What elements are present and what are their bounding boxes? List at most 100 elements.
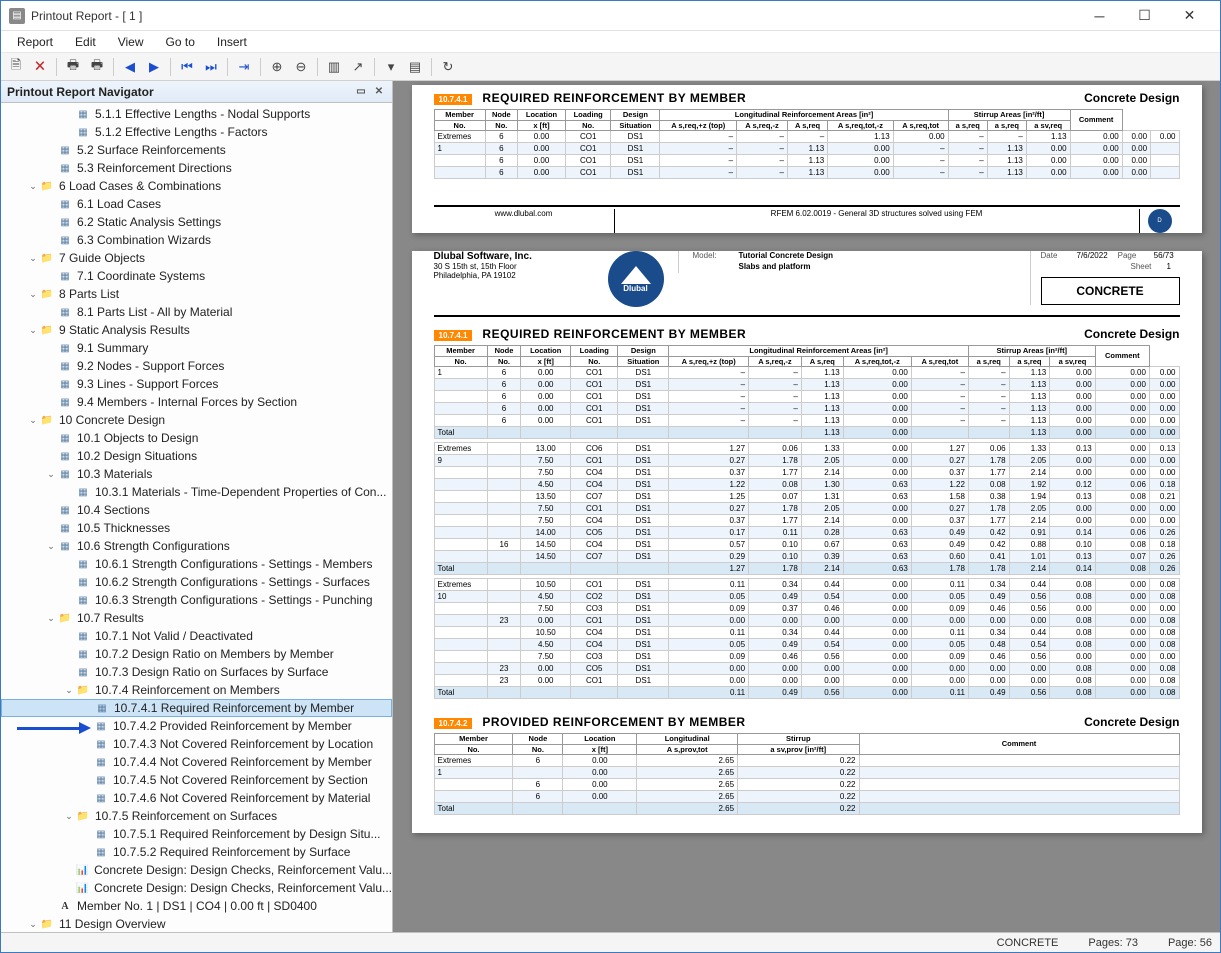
tree-item[interactable]: ⌄📁6 Load Cases & Combinations <box>1 177 392 195</box>
table-icon: ▦ <box>57 215 73 229</box>
tree-item[interactable]: ▦5.3 Reinforcement Directions <box>1 159 392 177</box>
tree-item[interactable]: ▦10.7.4.4 Not Covered Reinforcement by M… <box>1 753 392 771</box>
tree-item[interactable]: ▦5.1.2 Effective Lengths - Factors <box>1 123 392 141</box>
tree-item[interactable]: ▦9.2 Nodes - Support Forces <box>1 357 392 375</box>
tree-item-label: 10.6 Strength Configurations <box>77 539 230 553</box>
minimize-button[interactable]: ─ <box>1077 2 1122 30</box>
table-icon: ▦ <box>57 521 73 535</box>
tree-item-label: 8.1 Parts List - All by Material <box>77 305 232 319</box>
page-setup-icon[interactable]: ▥ <box>323 56 345 78</box>
tree-item[interactable]: ▦10.6.2 Strength Configurations - Settin… <box>1 573 392 591</box>
menu-insert[interactable]: Insert <box>207 33 257 51</box>
refresh-icon[interactable]: ↻ <box>437 56 459 78</box>
report-viewport[interactable]: 10.7.4.1 REQUIRED REINFORCEMENT BY MEMBE… <box>393 81 1220 932</box>
navigator-undock-icon[interactable]: ▭ <box>354 85 368 99</box>
tree-item[interactable]: ▦10.7.4.1 Required Reinforcement by Memb… <box>1 699 392 717</box>
tree-item-label: 10.3.1 Materials - Time-Dependent Proper… <box>95 485 386 499</box>
tree-item[interactable]: ⌄▦10.3 Materials <box>1 465 392 483</box>
tree-item[interactable]: ⌄📁10.7.4 Reinforcement on Members <box>1 681 392 699</box>
table-icon: ▦ <box>57 143 73 157</box>
tree-item[interactable]: ▦10.7.5.1 Required Reinforcement by Desi… <box>1 825 392 843</box>
tree-item[interactable]: ▦10.4 Sections <box>1 501 392 519</box>
tree-item[interactable]: ▦10.7.2 Design Ratio on Members by Membe… <box>1 645 392 663</box>
menu-view[interactable]: View <box>108 33 154 51</box>
tree-item[interactable]: ⌄📁10 Concrete Design <box>1 411 392 429</box>
delete-icon[interactable]: 🗙 <box>29 56 51 78</box>
tree-item[interactable]: ▦10.7.4.3 Not Covered Reinforcement by L… <box>1 735 392 753</box>
tree-item[interactable]: ▦6.3 Combination Wizards <box>1 231 392 249</box>
close-button[interactable]: ✕ <box>1167 2 1212 30</box>
tree-item[interactable]: ▦10.7.4.5 Not Covered Reinforcement by S… <box>1 771 392 789</box>
tree-item[interactable]: ⌄📁8 Parts List <box>1 285 392 303</box>
tree-item[interactable]: ▦ 5.2 Surface Reinforcements <box>1 141 392 159</box>
last-icon[interactable]: ⏭ <box>200 56 222 78</box>
tree-item-label: Concrete Design: Design Checks, Reinforc… <box>94 881 392 895</box>
zoom-in-icon[interactable]: ⊕ <box>266 56 288 78</box>
tree-item[interactable]: ▦9.4 Members - Internal Forces by Sectio… <box>1 393 392 411</box>
tree-item[interactable]: ⌄▦10.6 Strength Configurations <box>1 537 392 555</box>
tree-item-label: 10.7.4.4 Not Covered Reinforcement by Me… <box>113 755 372 769</box>
table-icon: ▦ <box>75 647 91 661</box>
table-icon: ▦ <box>93 773 109 787</box>
tree-item[interactable]: ▦10.3.1 Materials - Time-Dependent Prope… <box>1 483 392 501</box>
tree-item[interactable]: ▦ 10.6.3 Strength Configurations - Settin… <box>1 591 392 609</box>
navigator-tree[interactable]: ▦5.1.1 Effective Lengths - Nodal Support… <box>1 103 392 932</box>
folder-icon: 📁 <box>39 917 55 931</box>
tree-item[interactable]: ▦9.1 Summary <box>1 339 392 357</box>
table-icon: ▦ <box>75 593 91 607</box>
folder-icon: 📁 <box>75 809 91 823</box>
tree-item[interactable]: ▦10.2 Design Situations <box>1 447 392 465</box>
tree-item[interactable]: ▦7.1 Coordinate Systems <box>1 267 392 285</box>
menu-report[interactable]: Report <box>7 33 63 51</box>
tree-item[interactable]: ⌄📁7 Guide Objects <box>1 249 392 267</box>
section-tag: 10.7.4.1 <box>434 94 473 105</box>
tree-item[interactable]: ⌄📁10.7.5 Reinforcement on Surfaces <box>1 807 392 825</box>
prev-icon[interactable]: ◀ <box>119 56 141 78</box>
maximize-button[interactable]: ☐ <box>1122 2 1167 30</box>
tree-item-label: 10.6.3 Strength Configurations - Setting… <box>95 593 373 607</box>
tree-item[interactable]: ▦10.7.5.2 Required Reinforcement by Surf… <box>1 843 392 861</box>
print-all-icon[interactable]: 🖶 <box>86 56 108 78</box>
tree-item-label: 10.7.4.2 Provided Reinforcement by Membe… <box>113 719 352 733</box>
tree-item[interactable]: ⌄📁11 Design Overview <box>1 915 392 932</box>
tree-item[interactable]: ▦10.7.3 Design Ratio on Surfaces by Surf… <box>1 663 392 681</box>
zoom-out-icon[interactable]: ⊖ <box>290 56 312 78</box>
first-icon[interactable]: ⏮ <box>176 56 198 78</box>
export-icon[interactable]: ↗ <box>347 56 369 78</box>
tree-item[interactable]: ▦10.7.4.2 Provided Reinforcement by Memb… <box>1 717 392 735</box>
tree-item[interactable]: ▦6.2 Static Analysis Settings <box>1 213 392 231</box>
table-icon: ▦ <box>57 467 73 481</box>
tree-item-label: 10.4 Sections <box>77 503 150 517</box>
tree-item[interactable]: ▦6.1 Load Cases <box>1 195 392 213</box>
tree-item[interactable]: ⌄📁10.7 Results <box>1 609 392 627</box>
tree-item[interactable]: ▦10.7.4.6 Not Covered Reinforcement by M… <box>1 789 392 807</box>
section-tag: 10.7.4.2 <box>434 718 473 729</box>
goto-icon[interactable]: ⇥ <box>233 56 255 78</box>
tree-item[interactable]: ▦10.1 Objects to Design <box>1 429 392 447</box>
tree-item-label: 9.3 Lines - Support Forces <box>77 377 218 391</box>
tree-item[interactable]: ▦9.3 Lines - Support Forces <box>1 375 392 393</box>
page-footer: www.dlubal.com RFEM 6.02.0019 - General … <box>434 205 1180 233</box>
menu-goto[interactable]: Go to <box>156 33 205 51</box>
tree-item[interactable]: ⌄📁9 Static Analysis Results <box>1 321 392 339</box>
chart-icon: 📊 <box>75 881 90 895</box>
table-icon: ▦ <box>57 197 73 211</box>
tree-item[interactable]: AMember No. 1 | DS1 | CO4 | 0.00 ft | SD… <box>1 897 392 915</box>
next-icon[interactable]: ▶ <box>143 56 165 78</box>
tree-item[interactable]: 📊 Concrete Design: Design Checks, Reinfor… <box>1 879 392 897</box>
print-icon[interactable]: 🖶 <box>62 56 84 78</box>
tree-item[interactable]: 📊Concrete Design: Design Checks, Reinfor… <box>1 861 392 879</box>
tree-item[interactable]: ▦10.6.1 Strength Configurations - Settin… <box>1 555 392 573</box>
page-config-icon[interactable]: ▤ <box>404 56 426 78</box>
new-icon[interactable]: 🗎 <box>5 56 27 78</box>
page-down-icon[interactable]: ▾ <box>380 56 402 78</box>
navigator-close-icon[interactable]: ✕ <box>372 85 386 99</box>
menu-edit[interactable]: Edit <box>65 33 106 51</box>
tree-item[interactable]: ▦10.7.1 Not Valid / Deactivated <box>1 627 392 645</box>
tree-item[interactable]: ▦8.1 Parts List - All by Material <box>1 303 392 321</box>
tree-item-label: 9 Static Analysis Results <box>59 323 190 337</box>
table-icon: ▦ <box>75 125 91 139</box>
tree-item-label: 5.2 Surface Reinforcements <box>77 143 226 157</box>
tree-item[interactable]: ▦10.5 Thicknesses <box>1 519 392 537</box>
tree-item[interactable]: ▦5.1.1 Effective Lengths - Nodal Support… <box>1 105 392 123</box>
